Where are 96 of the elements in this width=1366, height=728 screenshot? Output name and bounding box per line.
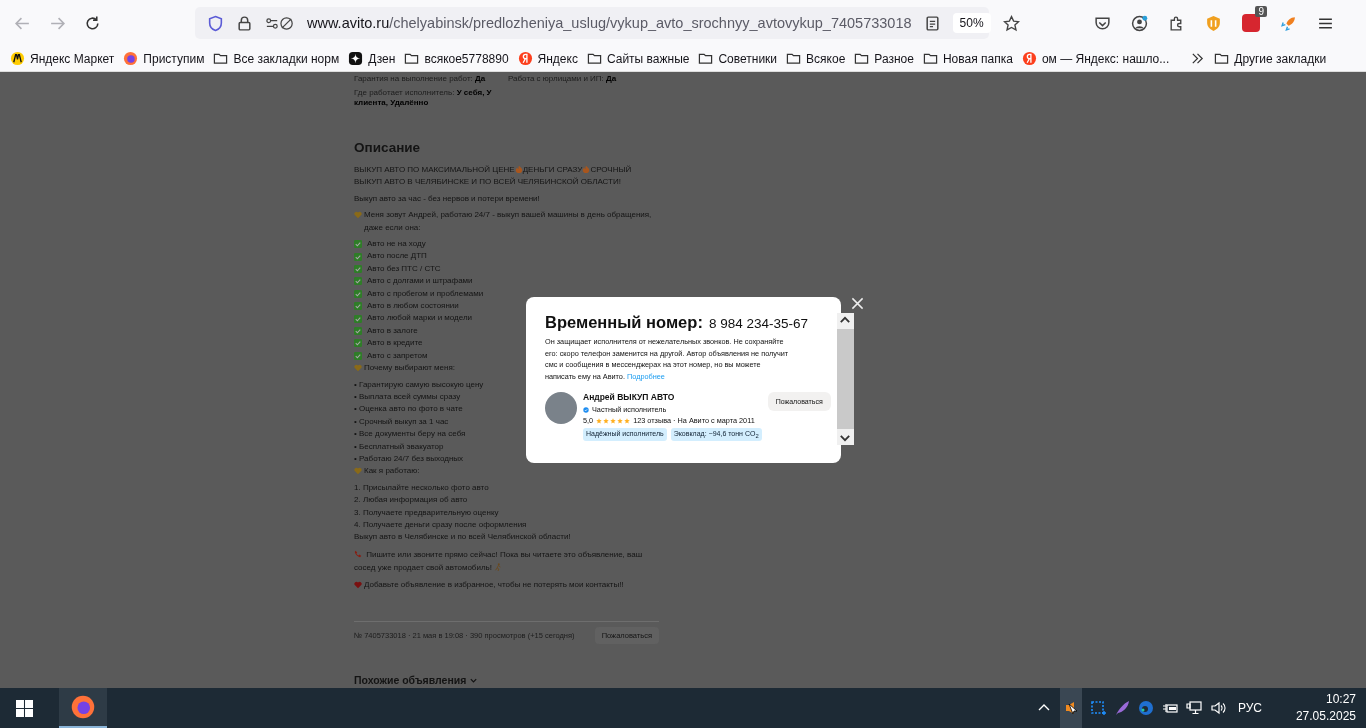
windows-start-icon[interactable] (16, 699, 33, 717)
folder-icon (404, 51, 420, 66)
bookmark-item[interactable]: Новая папка (922, 51, 1013, 66)
heart-icon (354, 467, 362, 476)
heart-icon (354, 580, 362, 589)
checkmark-icon (354, 240, 362, 249)
firefox-taskbar-button[interactable] (59, 688, 107, 728)
bookmark-label: Всякое (806, 51, 846, 66)
account-icon[interactable] (1131, 14, 1148, 32)
permissions-icon (265, 14, 295, 32)
checkmark-icon (354, 252, 362, 261)
firefox-logo-icon (123, 51, 139, 66)
clock[interactable]: 10:27 27.05.2025 (1295, 691, 1356, 725)
bookmark-item[interactable]: Яндекс (517, 51, 578, 66)
checkmark-icon (354, 277, 362, 286)
bookmark-star-icon[interactable] (1002, 14, 1020, 32)
adblock-extension-icon[interactable] (1242, 14, 1260, 32)
bookmark-label: Приступим (143, 51, 205, 66)
list-item-text: Авто без ПТС / СТС (367, 262, 441, 275)
list-item-text: • Выплата всей суммы сразу (354, 390, 461, 403)
checkmark-icon (354, 289, 362, 298)
bookmark-label: Яндекс (537, 51, 578, 66)
close-icon[interactable] (851, 297, 864, 310)
bookmark-item[interactable]: Дзен (348, 51, 396, 66)
fire-icon (582, 165, 591, 173)
checkmark-icon (354, 314, 362, 323)
edge-swirl-icon[interactable] (1137, 700, 1154, 716)
verified-badge-icon (583, 406, 589, 413)
tray-app-button[interactable] (1059, 688, 1082, 728)
shield-icon (207, 14, 224, 32)
bookmark-label: Разное (874, 51, 914, 66)
yandex-logo-icon (517, 51, 533, 66)
heart-icon (354, 364, 362, 373)
lock-icon (236, 14, 253, 32)
bookmark-label: Все закладки норм (233, 51, 340, 66)
other-bookmarks-item[interactable]: Другие закладки (1214, 51, 1327, 66)
yandex-logo-icon (1021, 51, 1037, 66)
reload-icon[interactable] (84, 14, 101, 32)
list-item-text: • Гарантирую самую высокую цену (354, 378, 484, 391)
seller-name[interactable]: Андрей ВЫКУП АВТО (583, 392, 762, 402)
running-person-icon (494, 563, 503, 572)
reader-view-icon[interactable] (923, 14, 941, 32)
pocket-icon[interactable] (1094, 14, 1111, 32)
folder-icon (586, 51, 602, 66)
list-item-text: 1. Присылайте несколько фото авто (354, 481, 489, 494)
description-text: Почему выбирают меня: (364, 362, 456, 375)
phone-number: 8 984 234-35-67 (708, 316, 808, 331)
folder-icon (922, 51, 938, 66)
url-text[interactable]: www.avito.ru/chelyabinsk/predlozheniya_uslug/vykup_avto_srochnyy_avtovykup_7405733018 (307, 15, 912, 31)
more-bookmarks-chevron-icon[interactable] (1190, 51, 1206, 66)
notification-badge: 9 (1255, 6, 1267, 17)
volume-icon[interactable] (1209, 700, 1226, 716)
checkmark-icon (354, 339, 362, 348)
rocket-icon[interactable] (1280, 14, 1297, 32)
scrollbar[interactable] (836, 313, 854, 445)
fire-icon (514, 165, 523, 173)
bookmark-item[interactable]: Всякое (786, 51, 846, 66)
checkmark-icon (354, 351, 362, 360)
dialog-title: Временный номер: (545, 313, 703, 332)
bookmark-item[interactable]: Разное (854, 51, 914, 66)
bookmark-item[interactable]: Все закладки норм (213, 51, 340, 66)
description-text: ВЫКУП АВТО ПО МАКСИМАЛЬНОЙ ЦЕНЕ ДЕНЬГИ СРАЗУ СРОЧНЫЙ ВЫКУП АВТО В ЧЕЛЯБИНСКЕ И ПО ВСЕЙ ЧЕЛЯБИНСКОЙ ОБЛАСТИ! (354, 164, 633, 189)
bookmark-item[interactable]: Приступим (123, 51, 205, 66)
network-icon[interactable] (1185, 700, 1202, 716)
avatar-photo-placeholder[interactable] (545, 392, 577, 424)
screenshot-selection-icon[interactable] (1089, 700, 1106, 716)
bookmark-label: Советники (718, 51, 778, 66)
heart-icon (354, 211, 362, 220)
input-language-indicator[interactable]: РУС (1237, 701, 1262, 715)
bookmark-label: Яндекс Маркет (30, 51, 115, 66)
checkmark-icon (354, 327, 362, 336)
bookmark-item[interactable]: всякое5778890 (404, 51, 509, 66)
bookmark-item[interactable]: Сайты важные (586, 51, 690, 66)
firefox-logo-icon (71, 695, 95, 719)
checkmark-icon (354, 302, 362, 311)
bookmark-item[interactable]: Яндекс Маркет (10, 51, 115, 66)
bookmark-label: Сайты важные (606, 51, 690, 66)
clock-time: 10:27 (1325, 691, 1356, 708)
bookmark-item[interactable]: Советники (698, 51, 778, 66)
bookmark-label: Новая папка (942, 51, 1013, 66)
phone-icon (354, 549, 362, 558)
bookmark-label: Дзен (368, 51, 396, 66)
checkmark-icon (354, 265, 362, 274)
folder-icon (1214, 51, 1230, 66)
bookmark-label: Другие закладки (1234, 51, 1327, 66)
folder-icon (698, 51, 714, 66)
clock-date: 27.05.2025 (1295, 708, 1356, 725)
folder-icon (854, 51, 870, 66)
market-logo-icon (10, 51, 25, 66)
folder-icon (213, 51, 229, 66)
folder-icon (786, 51, 802, 66)
dzen-logo-icon (348, 51, 364, 66)
bookmark-label: всякое5778890 (424, 51, 509, 66)
feather-icon[interactable] (1113, 700, 1130, 716)
description-heading: Описание (354, 140, 422, 155)
zoom-level-button[interactable]: 50% (952, 13, 991, 33)
